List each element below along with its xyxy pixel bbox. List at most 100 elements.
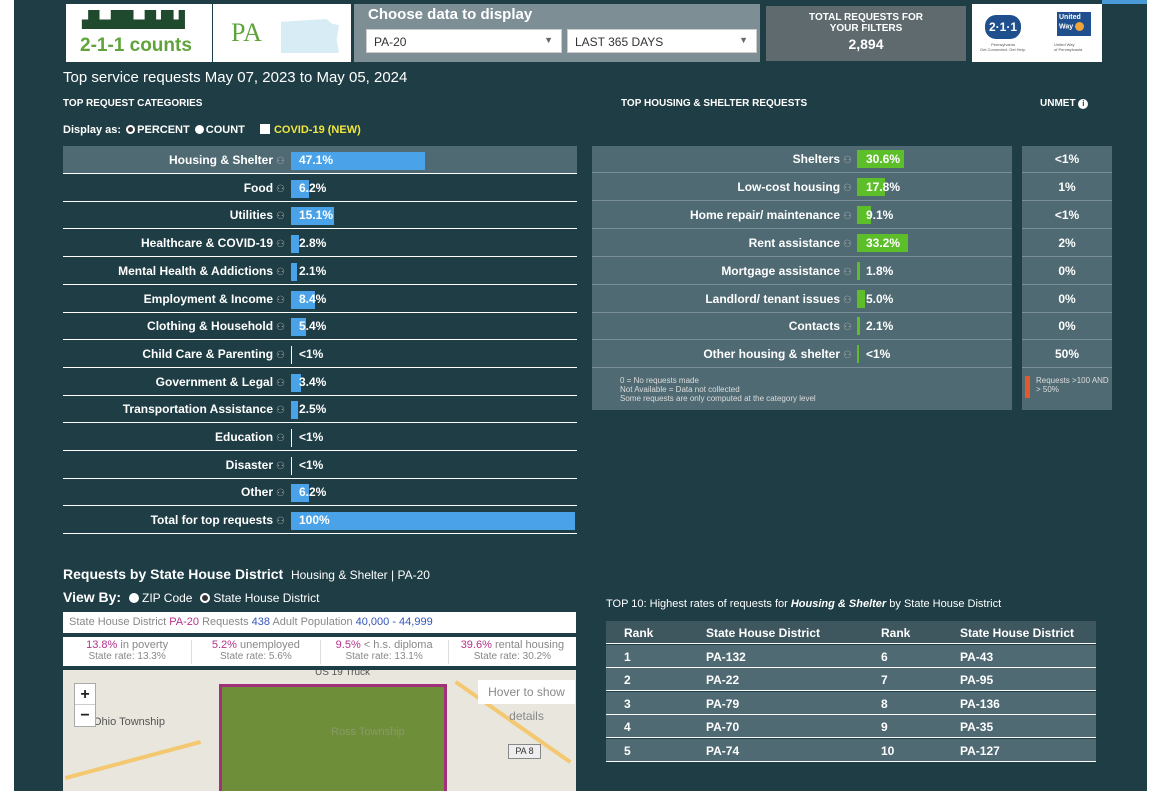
- top10-row[interactable]: 2 PA-22 7 PA-95: [606, 668, 1096, 691]
- people-icon[interactable]: ⚇: [843, 322, 852, 333]
- housing-value: <1%: [866, 347, 891, 362]
- stat-state-rate: State rate: 30.2%: [473, 651, 552, 662]
- housing-name: Rent assistance ⚇: [749, 236, 852, 250]
- state-outline-icon: [281, 19, 339, 53]
- zoom-in-button[interactable]: +: [75, 684, 95, 705]
- category-row[interactable]: Utilities ⚇ 15.1%: [63, 201, 577, 230]
- housing-row[interactable]: Home repair/ maintenance ⚇ 9.1%: [592, 202, 1012, 229]
- people-icon[interactable]: ⚇: [843, 155, 852, 166]
- total-label: TOTAL REQUESTS FOR YOUR FILTERS: [809, 12, 923, 34]
- people-icon[interactable]: ⚇: [276, 378, 285, 389]
- housing-name-text: Mortgage assistance: [721, 263, 841, 278]
- category-row[interactable]: Total for top requests ⚇ 100%: [63, 506, 577, 535]
- unmet-column: Requests >100 AND > 50% <1% 1% <1% 2% 0% 0% 0%…: [1022, 146, 1112, 410]
- people-icon[interactable]: ⚇: [276, 295, 285, 306]
- map-section-title: Requests by State House District Housing…: [63, 566, 430, 582]
- category-row[interactable]: Clothing & Household ⚇ 5.4%: [63, 312, 577, 341]
- category-value: 2.5%: [299, 402, 327, 417]
- category-name-text: Total for top requests: [150, 513, 274, 528]
- category-row[interactable]: Child Care & Parenting ⚇ <1%: [63, 340, 577, 368]
- housing-row[interactable]: Landlord/ tenant issues ⚇ 5.0%: [592, 286, 1012, 313]
- category-row[interactable]: Employment & Income ⚇ 8.4%: [63, 285, 577, 313]
- people-icon[interactable]: ⚇: [276, 350, 285, 361]
- category-value: 15.1%: [299, 208, 334, 223]
- housing-row[interactable]: Shelters ⚇ 30.6%: [592, 146, 1012, 173]
- category-value: 3.4%: [299, 374, 327, 389]
- stat-value: 13.8%: [86, 639, 118, 651]
- category-bar: [291, 401, 299, 420]
- top10-row[interactable]: 5 PA-74 10 PA-127: [606, 738, 1096, 762]
- top10-row[interactable]: 1 PA-132 6 PA-43: [606, 644, 1096, 668]
- category-name: Disaster ⚇: [226, 458, 285, 472]
- united-way-hand-icon: [1075, 22, 1085, 31]
- housing-row[interactable]: Low-cost housing ⚇ 17.8%: [592, 174, 1012, 201]
- people-icon[interactable]: ⚇: [276, 156, 285, 167]
- people-icon[interactable]: ⚇: [276, 239, 285, 250]
- hover-hint: Hover to show details: [478, 680, 575, 723]
- top10-row[interactable]: 3 PA-79 8 PA-136: [606, 691, 1096, 715]
- people-icon[interactable]: ⚇: [843, 295, 852, 306]
- category-value: 5.4%: [299, 319, 327, 334]
- district-select[interactable]: PA-20 ▼: [366, 29, 562, 53]
- housing-row[interactable]: Other housing & shelter ⚇ <1%: [592, 341, 1012, 369]
- district-map[interactable]: Ohio Township Ross Township US 19 Truck …: [63, 670, 576, 791]
- people-icon[interactable]: ⚇: [276, 267, 285, 278]
- people-icon[interactable]: ⚇: [276, 433, 285, 444]
- top10-row[interactable]: 4 PA-70 9 PA-35: [606, 715, 1096, 738]
- district-stats: 13.8% in poverty State rate: 13.3% 5.2% un…: [63, 637, 576, 666]
- unmet-value: <1%: [1022, 202, 1112, 229]
- category-row[interactable]: Other ⚇ 6.2%: [63, 478, 577, 507]
- housing-row[interactable]: Mortgage assistance ⚇ 1.8%: [592, 258, 1012, 285]
- category-value: 2.8%: [299, 236, 327, 251]
- people-icon[interactable]: ⚇: [276, 461, 285, 472]
- people-icon[interactable]: ⚇: [276, 322, 285, 333]
- district-select-value: PA-20: [374, 35, 407, 49]
- map-label: Ohio Township: [93, 716, 165, 728]
- people-icon[interactable]: ⚇: [276, 516, 285, 527]
- housing-name: Landlord/ tenant issues ⚇: [705, 292, 852, 306]
- top10-title-pre: TOP 10: Highest rates of requests for: [606, 598, 788, 610]
- people-icon[interactable]: ⚇: [276, 211, 285, 222]
- category-row[interactable]: Government & Legal ⚇ 3.4%: [63, 368, 577, 396]
- logo-united-way[interactable]: United Way: [1057, 12, 1091, 36]
- top10-cell: PA-79: [706, 696, 740, 711]
- housing-row[interactable]: Rent assistance ⚇ 33.2%: [592, 230, 1012, 257]
- percent-radio[interactable]: [126, 125, 136, 134]
- district-radio[interactable]: [200, 593, 211, 603]
- map-label: Ross Township: [331, 726, 405, 738]
- people-icon[interactable]: ⚇: [843, 239, 852, 250]
- display-as-controls: Display as: PERCENT COUNT COVID-19 (NEW): [63, 124, 361, 136]
- people-icon[interactable]: ⚇: [843, 267, 852, 278]
- category-value: <1%: [299, 346, 324, 361]
- category-row[interactable]: Healthcare & COVID-19 ⚇ 2.8%: [63, 229, 577, 258]
- logo-211[interactable]: 2·1·1: [985, 15, 1021, 39]
- people-icon[interactable]: ⚇: [843, 350, 852, 361]
- category-row[interactable]: Transportation Assistance ⚇ 2.5%: [63, 395, 577, 424]
- people-icon[interactable]: ⚇: [276, 405, 285, 416]
- category-name-text: Government & Legal: [155, 374, 274, 389]
- partner-logos: 2·1·1 United Way Pennsylvania Get Connect…: [972, 4, 1102, 62]
- people-icon[interactable]: ⚇: [276, 488, 285, 499]
- zoom-out-button[interactable]: −: [75, 705, 95, 726]
- unmet-value: 2%: [1022, 230, 1112, 257]
- category-row[interactable]: Housing & Shelter ⚇ 47.1%: [63, 146, 577, 174]
- count-radio[interactable]: [194, 125, 204, 134]
- category-row[interactable]: Disaster ⚇ <1%: [63, 451, 577, 479]
- category-value: <1%: [299, 457, 324, 472]
- category-row[interactable]: Food ⚇ 6.2%: [63, 174, 577, 202]
- covid-checkbox[interactable]: [259, 124, 270, 134]
- info-icon[interactable]: i: [1078, 99, 1089, 109]
- housing-row[interactable]: Contacts ⚇ 2.1%: [592, 313, 1012, 341]
- housing-value: 30.6%: [866, 152, 901, 166]
- unmet-value: 1%: [1022, 174, 1112, 201]
- district-label: State House District: [213, 591, 320, 605]
- zip-radio[interactable]: [129, 593, 139, 603]
- category-row[interactable]: Mental Health & Addictions ⚇ 2.1%: [63, 257, 577, 285]
- category-row[interactable]: Education ⚇ <1%: [63, 423, 577, 451]
- logo-211-counts[interactable]: ▟▙▟█▙▟▙█▟ 2-1-1 counts: [66, 4, 212, 62]
- period-select[interactable]: LAST 365 DAYS ▼: [567, 29, 757, 53]
- people-icon[interactable]: ⚇: [276, 184, 285, 195]
- top10-cell: 1: [624, 649, 631, 664]
- people-icon[interactable]: ⚇: [843, 211, 852, 222]
- people-icon[interactable]: ⚇: [843, 183, 852, 194]
